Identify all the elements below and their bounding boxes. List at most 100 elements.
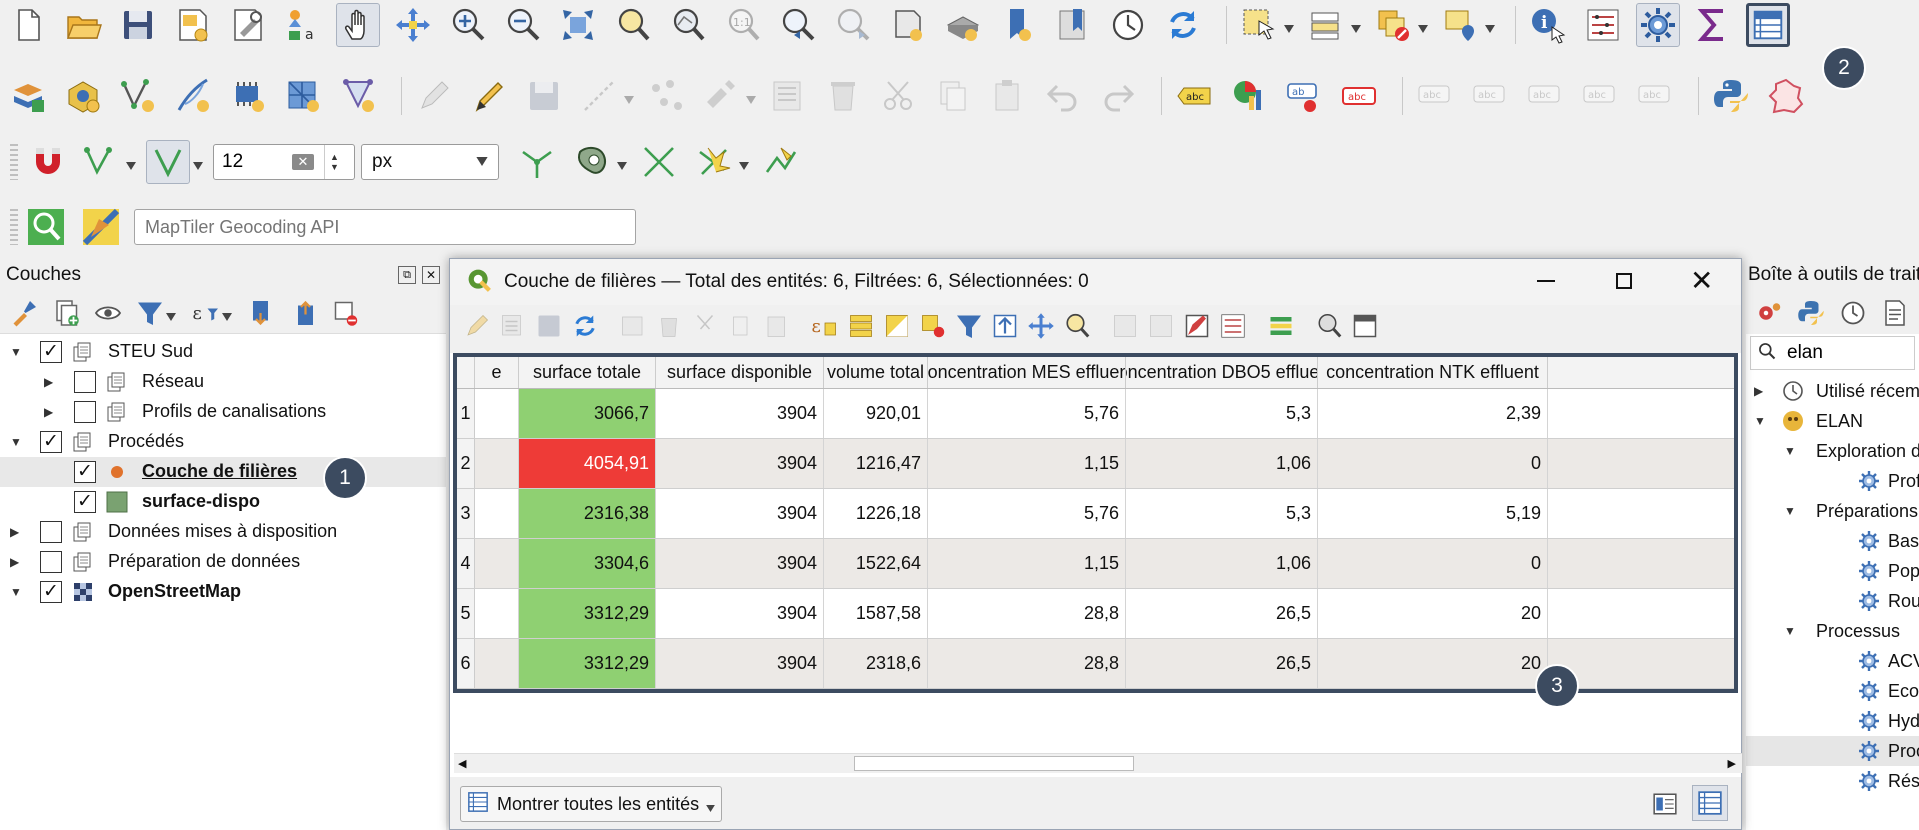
layer-diagram-icon[interactable] [1227, 74, 1271, 118]
table-cell[interactable]: 3904 [656, 539, 824, 588]
copy-features-icon[interactable] [931, 74, 975, 118]
dock-table-icon[interactable] [1350, 311, 1386, 347]
select-all-icon[interactable] [846, 311, 882, 347]
chevron-down-icon[interactable] [1485, 20, 1495, 33]
table-cell[interactable]: 2,39 [1318, 389, 1548, 438]
zoom-next-icon[interactable] [831, 3, 875, 47]
multi-edit-icon[interactable] [498, 311, 534, 347]
chevron-down-icon[interactable] [126, 157, 136, 170]
change-label-icon[interactable]: abc [1578, 74, 1622, 118]
row-number[interactable]: 2 [457, 439, 475, 488]
layer-visibility-checkbox[interactable] [74, 371, 96, 393]
chevron-down-icon[interactable] [1284, 20, 1294, 33]
toggle-editing-icon[interactable] [462, 311, 498, 347]
layer-tree-item[interactable]: ✓ Couche de filières [0, 457, 446, 487]
undo-icon[interactable] [1041, 74, 1085, 118]
expand-arrow-icon[interactable]: ▼ [1784, 444, 1796, 458]
cut-features-icon[interactable] [876, 74, 920, 118]
row-number[interactable]: 6 [457, 639, 475, 688]
table-cell[interactable]: 5,76 [928, 489, 1126, 538]
pan-to-selected-icon[interactable] [1026, 311, 1062, 347]
table-cell[interactable]: 1226,18 [824, 489, 928, 538]
expand-arrow-icon[interactable]: ▼ [10, 585, 24, 599]
scroll-right-icon[interactable]: ▶ [1728, 757, 1736, 770]
new-point-cloud-layer-icon[interactable] [336, 74, 380, 118]
layer-visibility-checkbox[interactable] [40, 521, 62, 543]
zoom-last-icon[interactable] [776, 3, 820, 47]
move-selection-top-icon[interactable] [990, 311, 1026, 347]
change-label-properties-icon[interactable]: abc [1633, 74, 1677, 118]
copy-icon[interactable] [726, 311, 762, 347]
table-cell[interactable]: 20 [1318, 639, 1548, 688]
toolbar-grip[interactable] [10, 209, 18, 245]
table-cell[interactable]: 3904 [656, 489, 824, 538]
row-number[interactable]: 5 [457, 589, 475, 638]
save-project-icon[interactable] [116, 3, 160, 47]
chevron-down-icon[interactable] [166, 308, 176, 321]
delete-selected-icon[interactable] [821, 74, 865, 118]
chevron-down-icon[interactable] [1351, 20, 1361, 33]
form-view-icon[interactable] [1652, 791, 1678, 822]
layer-visibility-checkbox[interactable] [40, 551, 62, 573]
snapping-tolerance-spinbox[interactable]: ✕ ▲▼ [213, 144, 355, 180]
new-virtual-layer-icon[interactable] [171, 74, 215, 118]
table-cell[interactable]: 2316,38 [519, 489, 656, 538]
expand-arrow-icon[interactable]: ▼ [1754, 414, 1766, 428]
table-cell[interactable] [475, 589, 519, 638]
toolbox-tree-item[interactable]: Rou [1746, 586, 1919, 616]
table-cell[interactable]: 28,8 [928, 639, 1126, 688]
toolbox-tree-item[interactable]: ▼ Exploration d [1746, 436, 1919, 466]
tracing-icon[interactable] [759, 140, 803, 184]
filter-by-expression-icon[interactable]: ε [190, 297, 222, 329]
topological-editing-icon[interactable] [515, 140, 559, 184]
table-cell[interactable] [475, 389, 519, 438]
expand-arrow-icon[interactable]: ▼ [10, 345, 24, 359]
chevron-down-icon[interactable] [617, 157, 627, 170]
table-cell[interactable]: 1,06 [1126, 439, 1318, 488]
table-cell[interactable]: 4054,91 [519, 439, 656, 488]
layout-manager-icon[interactable] [226, 3, 270, 47]
expand-arrow-icon[interactable]: ▼ [1784, 624, 1796, 638]
zoom-native-resolution-icon[interactable]: 1:1 [721, 3, 765, 47]
table-cell[interactable]: 3904 [656, 439, 824, 488]
new-mesh-layer-icon[interactable] [281, 74, 325, 118]
table-cell[interactable]: 0 [1318, 539, 1548, 588]
layer-tree-item[interactable]: ▼ ✓ STEU Sud [0, 337, 446, 367]
select-by-attribute-icon[interactable] [1304, 3, 1348, 47]
table-cell[interactable]: 1587,58 [824, 589, 928, 638]
layer-visibility-checkbox[interactable]: ✓ [74, 491, 96, 513]
identify-features-icon[interactable]: i [1526, 3, 1570, 47]
delete-field-icon[interactable] [1146, 311, 1182, 347]
window-titlebar[interactable]: Couche de filières — Total des entités: … [450, 259, 1741, 305]
processing-toolbox-icon[interactable] [1636, 3, 1680, 47]
layer-tree-item[interactable]: ✓ surface-dispo [0, 487, 446, 517]
open-layer-styling-icon[interactable] [8, 297, 40, 329]
table-cell[interactable]: 920,01 [824, 389, 928, 438]
table-cell[interactable] [475, 639, 519, 688]
close-icon[interactable]: ✕ [1690, 265, 1713, 297]
chevron-down-icon[interactable] [746, 91, 756, 104]
new-bookmark-icon[interactable] [996, 3, 1040, 47]
zoom-to-selection-icon[interactable] [611, 3, 655, 47]
new-memory-layer-icon[interactable] [226, 74, 270, 118]
toolbox-tree-item[interactable]: Hyd [1746, 706, 1919, 736]
layer-tree-item[interactable]: ▼ ✓ OpenStreetMap [0, 577, 446, 607]
table-cell[interactable]: 1522,64 [824, 539, 928, 588]
zoom-in-icon[interactable] [446, 3, 490, 47]
expand-all-icon[interactable] [246, 297, 278, 329]
horizontal-scrollbar[interactable]: ◀ ▶ [454, 753, 1742, 773]
self-snapping-icon[interactable] [692, 140, 736, 184]
toolbox-search[interactable] [1750, 336, 1915, 370]
open-project-icon[interactable] [61, 3, 105, 47]
modify-attributes-table-icon[interactable] [766, 74, 810, 118]
toolbox-tree-item[interactable]: Popu [1746, 556, 1919, 586]
toolbox-search-input[interactable] [1787, 342, 1897, 364]
table-cell[interactable]: 28,8 [928, 589, 1126, 638]
reload-table-icon[interactable] [570, 311, 606, 347]
statistical-summary-icon[interactable] [1691, 3, 1735, 47]
geocoder-plugin-icon[interactable] [79, 205, 123, 249]
select-features-icon[interactable] [1237, 3, 1281, 47]
python-scripts-icon[interactable] [1796, 298, 1826, 328]
toolbox-tree-item[interactable]: Proc [1746, 736, 1919, 766]
open-attribute-table-icon[interactable] [1746, 3, 1790, 47]
